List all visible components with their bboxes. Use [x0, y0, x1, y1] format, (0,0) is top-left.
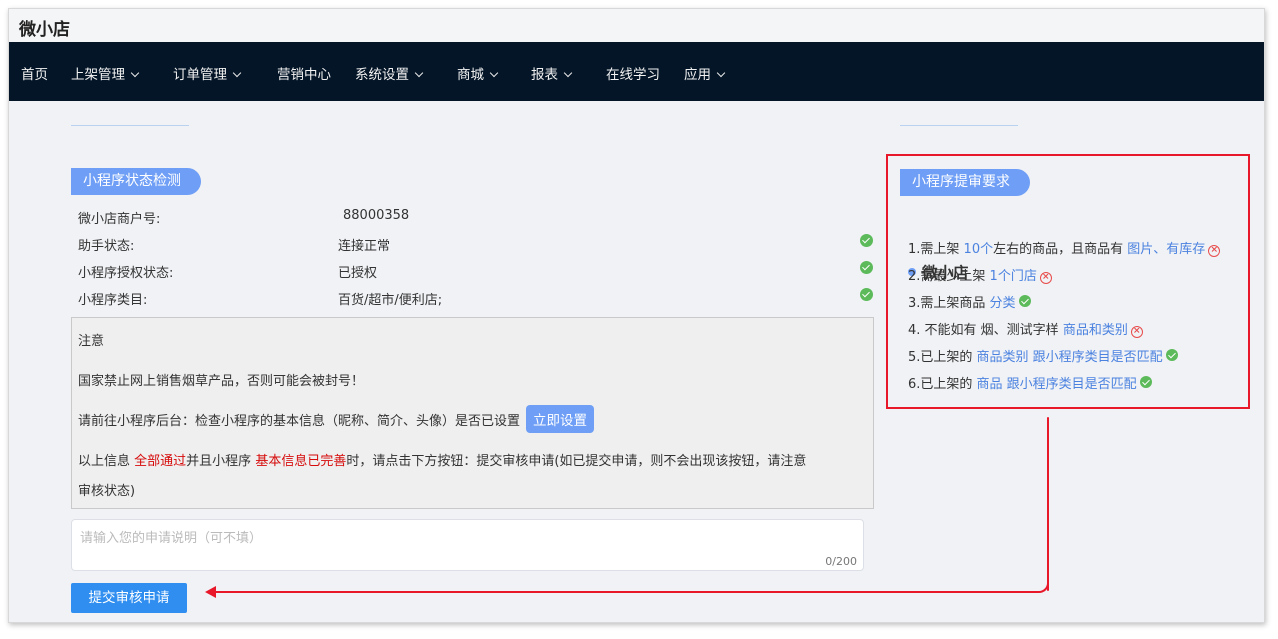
- arrow-left-icon: [205, 586, 216, 598]
- hint-text: 以上信息: [78, 454, 131, 469]
- chevron-down-icon: [414, 68, 424, 78]
- top-nav: 首页 上架管理 订单管理 营销中心 系统设置 商城 报表 在线学习 应用: [9, 42, 1264, 101]
- nav-item-reports[interactable]: 报表: [531, 63, 573, 83]
- nav-item-orders[interactable]: 订单管理: [173, 63, 242, 83]
- nav-label: 商城: [457, 67, 484, 83]
- hint-text: 时，请点击下方按钮：提交审核申请(如已提交申请，则不会出现该按钮，请注意: [346, 454, 807, 469]
- nav-label: 系统设置: [355, 67, 409, 83]
- set-now-button[interactable]: 立即设置: [526, 405, 595, 433]
- chevron-down-icon: [489, 68, 499, 78]
- chevron-down-icon: [130, 68, 140, 78]
- requirement-link[interactable]: 商品和类别: [1063, 323, 1128, 338]
- requirement-link[interactable]: 1个门店: [990, 269, 1037, 284]
- requirement-text: 1.需上架: [908, 242, 964, 257]
- requirement-text: 4. 不能如有 烟、测试字样: [908, 323, 1063, 338]
- input-placeholder: 请输入您的申请说明（可不填）: [80, 531, 263, 546]
- nav-label: 在线学习: [606, 67, 660, 83]
- requirements-title: 小程序提审要求: [900, 169, 1030, 196]
- check-circle-icon: [860, 288, 873, 301]
- char-counter: 0/200: [825, 555, 857, 568]
- requirement-link[interactable]: 商品 跟小程序类目是否匹配: [977, 377, 1137, 392]
- nav-label: 报表: [531, 67, 558, 83]
- requirement-item: 5.已上架的 商品类别 跟小程序类目是否匹配: [908, 346, 1178, 365]
- app-window: 微小店 首页 上架管理 订单管理 营销中心 系统设置 商城 报表 在线学习 应用…: [8, 8, 1265, 623]
- main-content: 小程序状态检测 微小店商户号: 88000358 助手状态: 连接正常 小程序授…: [9, 101, 1264, 622]
- chevron-down-icon: [563, 68, 573, 78]
- submit-review-button[interactable]: 提交审核申请: [71, 583, 187, 613]
- merchant-id-value: 88000358: [343, 208, 410, 223]
- close-circle-icon: ×: [1130, 326, 1143, 338]
- application-note-input[interactable]: 请输入您的申请说明（可不填） 0/200: [71, 519, 864, 571]
- nav-item-apps[interactable]: 应用: [684, 63, 726, 83]
- category-value: 百货/超市/便利店;: [338, 293, 443, 308]
- divider: [71, 125, 189, 126]
- annotation-arrow-line: [215, 591, 1033, 593]
- requirement-text: 6.已上架的: [908, 377, 977, 392]
- assistant-status-label: 助手状态:: [78, 239, 135, 254]
- requirement-link[interactable]: 10个: [964, 242, 994, 257]
- notice-heading: 注意: [78, 334, 105, 349]
- requirement-text: 3.需上架商品: [908, 296, 990, 311]
- tobacco-warning: 国家禁止网上销售烟草产品，否则可能会被封号！: [78, 374, 365, 389]
- check-circle-icon: [1139, 376, 1152, 388]
- check-info-text: 请前往小程序后台：检查小程序的基本信息（昵称、简介、头像）是否已设置: [78, 414, 521, 429]
- requirement-item: 2.需最少上架 1个门店 ×: [908, 265, 1052, 284]
- requirements-highlight-box: 小程序提审要求 微小店 1.需上架 10个左右的商品，且商品有 图片、有库存 × 2…: [886, 154, 1250, 409]
- chevron-down-icon: [232, 68, 242, 78]
- notice-box: 注意 国家禁止网上销售烟草产品，否则可能会被封号！ 请前往小程序后台：检查小程序…: [71, 317, 874, 509]
- hint-highlight: 基本信息已完善: [255, 454, 347, 469]
- close-circle-icon: ×: [1208, 245, 1221, 257]
- hint-text: 并且小程序: [186, 454, 252, 469]
- category-label: 小程序类目:: [78, 293, 148, 308]
- check-circle-icon: [1018, 295, 1031, 307]
- annotation-arrow-line: [1047, 417, 1049, 591]
- auth-status-value: 已授权: [338, 266, 378, 281]
- requirement-link[interactable]: 图片、有库存: [1127, 242, 1205, 257]
- status-check-title: 小程序状态检测: [71, 168, 201, 195]
- requirement-text: 左右的商品，且商品有: [993, 242, 1128, 257]
- close-circle-icon: ×: [1039, 272, 1052, 284]
- nav-item-home[interactable]: 首页: [21, 63, 48, 83]
- nav-label: 订单管理: [173, 67, 227, 83]
- nav-item-settings[interactable]: 系统设置: [355, 63, 424, 83]
- check-info-line: 请前往小程序后台：检查小程序的基本信息（昵称、简介、头像）是否已设置 立即设置: [78, 405, 595, 433]
- nav-item-mall[interactable]: 商城: [457, 63, 499, 83]
- requirement-item: 1.需上架 10个左右的商品，且商品有 图片、有库存 ×: [908, 238, 1221, 257]
- nav-label: 上架管理: [71, 67, 125, 83]
- title-bar: 微小店: [9, 9, 1264, 42]
- nav-label: 首页: [21, 67, 48, 83]
- requirement-text: 2.需最少上架: [908, 269, 990, 284]
- nav-item-learning[interactable]: 在线学习: [606, 63, 660, 83]
- hint-highlight: 全部通过: [134, 454, 187, 469]
- check-circle-icon: [1165, 349, 1178, 361]
- nav-label: 营销中心: [277, 67, 331, 83]
- chevron-down-icon: [716, 68, 726, 78]
- divider: [900, 125, 1018, 126]
- app-title: 微小店: [19, 20, 70, 40]
- merchant-id-label: 微小店商户号:: [78, 212, 161, 227]
- requirement-item: 3.需上架商品 分类: [908, 292, 1031, 311]
- requirement-link[interactable]: 分类: [990, 296, 1016, 311]
- nav-label: 应用: [684, 67, 711, 83]
- requirement-text: 5.已上架的: [908, 350, 977, 365]
- nav-item-listing[interactable]: 上架管理: [71, 63, 140, 83]
- nav-item-marketing[interactable]: 营销中心: [277, 63, 331, 83]
- requirement-item: 6.已上架的 商品 跟小程序类目是否匹配: [908, 373, 1152, 392]
- assistant-status-value: 连接正常: [338, 239, 391, 254]
- auth-status-label: 小程序授权状态:: [78, 266, 174, 281]
- submit-hint-line-2: 审核状态): [78, 484, 136, 499]
- check-circle-icon: [860, 234, 873, 247]
- requirement-item: 4. 不能如有 烟、测试字样 商品和类别 ×: [908, 319, 1143, 338]
- requirement-link[interactable]: 商品类别 跟小程序类目是否匹配: [977, 350, 1163, 365]
- check-circle-icon: [860, 261, 873, 274]
- submit-hint-line: 以上信息 全部通过并且小程序 基本信息已完善时，请点击下方按钮：提交审核申请(如…: [78, 450, 806, 469]
